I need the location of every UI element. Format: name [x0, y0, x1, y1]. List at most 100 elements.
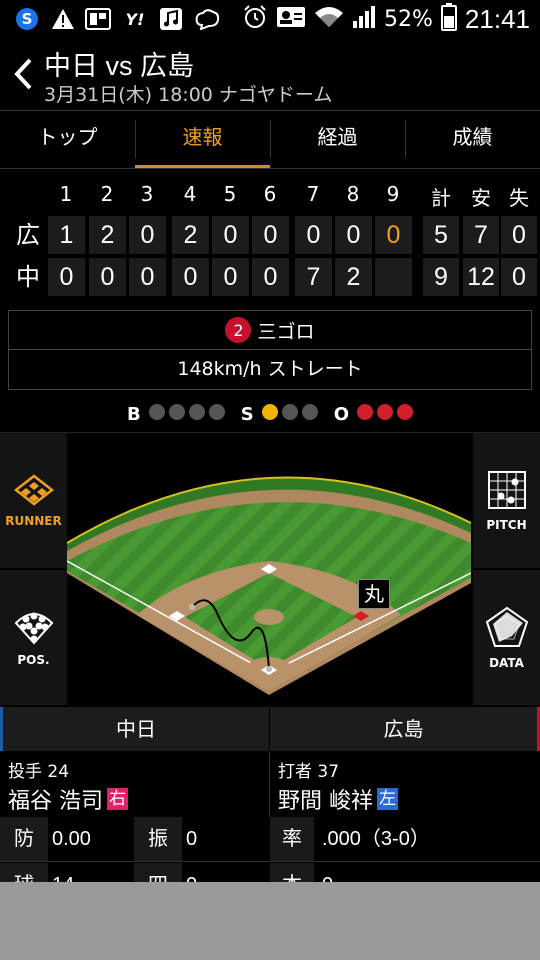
tab-stats[interactable]: 成績 — [405, 110, 540, 168]
page-title: 中日 vs 広島 — [44, 51, 195, 81]
runner-button[interactable]: RUNNER — [0, 433, 67, 568]
tab-top[interactable]: トップ — [0, 110, 135, 168]
count-dot — [357, 403, 373, 420]
player-divider — [269, 751, 270, 817]
battery-percent: 52% — [384, 6, 433, 32]
inning-header: 2 — [100, 182, 114, 206]
count-dot — [397, 403, 413, 420]
signal-icon — [352, 5, 376, 33]
svg-text:S: S — [22, 10, 33, 28]
field-panel: 丸 RUNNER POS. PITCH DATA — [0, 432, 540, 705]
batter-stat-value: .000（3-0） — [322, 828, 430, 850]
pitch-button-label: PITCH — [486, 517, 527, 532]
count-dot — [261, 403, 278, 420]
strikes-label: S — [240, 403, 254, 425]
strikes-indicator — [258, 403, 318, 425]
pitcher-stat-value: 0 — [186, 828, 198, 850]
total-score: 7 — [463, 216, 499, 254]
total-score: 5 — [423, 216, 459, 254]
count-dot — [188, 403, 205, 420]
pitch-grid-icon — [487, 470, 526, 509]
inning-header: 3 — [140, 182, 154, 206]
count-dot — [377, 403, 393, 420]
play-result-box: 2 三ゴロ 148km/h ストレート — [8, 310, 532, 390]
back-button[interactable] — [12, 56, 44, 96]
pitcher-stat-label: 振 — [134, 817, 182, 861]
inning-score: 2 — [335, 258, 372, 296]
tab-live[interactable]: 速報 — [135, 110, 270, 168]
batter-name-row[interactable]: 野間 峻祥 左 — [278, 783, 398, 815]
runner-diamond-icon — [13, 473, 54, 506]
play-result: 三ゴロ — [257, 320, 315, 343]
data-button[interactable]: DATA — [473, 570, 540, 705]
ball-count: B S O — [0, 400, 540, 428]
total-score: 0 — [501, 216, 537, 254]
pitch-button[interactable]: PITCH — [473, 433, 540, 568]
inning-header: 9 — [386, 182, 400, 206]
pitcher-name-row[interactable]: 福谷 浩司 右 — [8, 783, 128, 815]
scoreboard-team: 広 — [16, 221, 40, 249]
profile-card-icon — [276, 5, 306, 33]
count-dot — [168, 403, 185, 420]
tab-bar: トップ 速報 経過 成績 — [0, 110, 540, 169]
batter-stat-label: 率 — [270, 817, 314, 861]
count-dot — [208, 403, 225, 420]
tab-progress[interactable]: 経過 — [270, 110, 405, 168]
stats-row-divider — [0, 861, 540, 862]
chevron-left-icon — [14, 58, 32, 90]
pitcher-stat-value: 0 — [186, 863, 266, 882]
fielder-name-label: 丸 — [358, 579, 390, 609]
sp-app-icon — [84, 8, 112, 30]
inning-score: 7 — [295, 258, 332, 296]
batter-name: 野間 峻祥 — [278, 789, 373, 814]
balls-label: B — [126, 403, 141, 425]
team-header: 中日 広島 — [0, 707, 540, 751]
count-dot — [281, 403, 298, 420]
radar-chart-icon — [485, 606, 528, 647]
inning-score — [375, 258, 412, 296]
inning-score: 2 — [89, 216, 126, 254]
batter-label: 打者 37 — [278, 762, 340, 782]
pitcher-hand-badge: 右 — [107, 788, 128, 810]
game-header: 中日 vs 広島 3月31日(木) 18:00 ナゴヤドーム — [0, 38, 540, 111]
inning-score: 0 — [172, 258, 209, 296]
fielder-positions-icon — [14, 612, 53, 644]
inning-header: 4 — [183, 182, 197, 206]
cloud-chat-icon — [194, 8, 220, 30]
data-button-label: DATA — [489, 655, 524, 670]
yahoo-icon: Y! — [125, 9, 145, 29]
scoreboard: 1 2 3 4 5 6 7 8 9 計安失広 1 2 0 2 0 0 0 0 0 5 7 0 中 0 0 0 0 0 0 7 2 9 12 0 — [0, 168, 540, 303]
inning-header: 5 — [223, 182, 237, 206]
inning-score: 0 — [212, 216, 249, 254]
overlay-gray-area — [0, 882, 540, 960]
inning-score: 0 — [129, 258, 166, 296]
position-button[interactable]: POS. — [0, 570, 67, 705]
inning-score: 0 — [129, 216, 166, 254]
inning-score: 0 — [89, 258, 126, 296]
total-score: 12 — [463, 258, 499, 296]
totals-header: 失 — [509, 186, 529, 210]
balls-indicator — [145, 403, 225, 425]
s-app-icon: S — [14, 8, 40, 30]
totals-header: 安 — [471, 186, 491, 210]
total-score: 9 — [423, 258, 459, 296]
pitcher-stat-label: 球 — [0, 863, 48, 882]
inning-score: 0 — [375, 216, 412, 254]
inning-score: 0 — [295, 216, 332, 254]
pitcher-label: 投手 24 — [8, 762, 70, 782]
clock: 21:41 — [464, 3, 530, 34]
batter-stat-label: 本 — [270, 863, 314, 882]
pitcher-stat-label: 防 — [0, 817, 48, 861]
away-team-name: 広島 — [383, 717, 424, 741]
current-players: 投手 24 福谷 浩司 右 打者 37 野間 峻祥 左 — [0, 751, 540, 817]
batter-stat-value: 0 — [322, 863, 532, 882]
game-datetime-venue: 3月31日(木) 18:00 ナゴヤドーム — [44, 84, 333, 106]
inning-score: 0 — [48, 258, 85, 296]
inning-score: 0 — [335, 216, 372, 254]
inning-header: 8 — [346, 182, 360, 206]
inning-score: 0 — [212, 258, 249, 296]
inning-header: 6 — [263, 182, 277, 206]
outs-indicator — [353, 403, 413, 425]
count-dot — [148, 403, 165, 420]
inning-header: 1 — [59, 182, 73, 206]
